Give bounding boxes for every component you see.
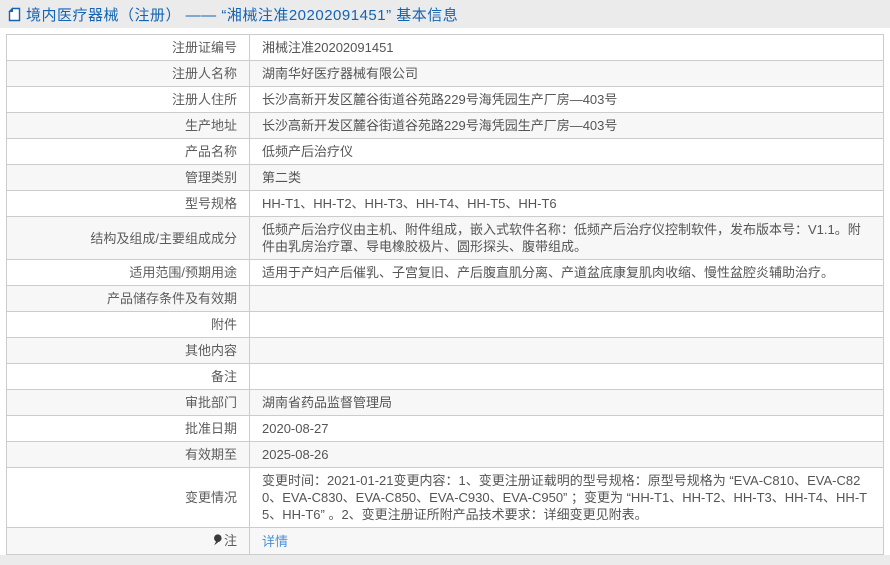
table-row: 其他内容: [6, 337, 884, 364]
table-row: 结构及组成/主要组成成分 低频产后治疗仪由主机、附件组成，嵌入式软件名称：低频产后…: [6, 216, 884, 260]
row-label-text: 有效期至: [184, 447, 237, 462]
row-label-text: 生产地址: [184, 118, 237, 133]
row-value: 湖南华好医疗器械有限公司: [249, 60, 884, 87]
row-value: 湘械注准20202091451: [249, 34, 884, 61]
row-label-text: 型号规格: [184, 196, 237, 211]
document-icon: [8, 6, 21, 22]
row-value: 2020-08-27: [249, 415, 884, 442]
table-row: 备注: [6, 363, 884, 390]
table-row: 审批部门 湖南省药品监督管理局: [6, 389, 884, 416]
row-label: 管理类别: [6, 164, 250, 191]
row-label-text: 注册证编号: [171, 40, 237, 55]
table-row: 注 详情: [6, 527, 884, 555]
table-row: 型号规格 HH-T1、HH-T2、HH-T3、HH-T4、HH-T5、HH-T6: [6, 190, 884, 217]
row-label: 适用范围/预期用途: [6, 259, 250, 286]
table-row: 生产地址 长沙高新开发区麓谷街道谷苑路229号海凭园生产厂房—403号: [6, 112, 884, 139]
table-row: 有效期至 2025-08-26: [6, 441, 884, 468]
table-row: 产品储存条件及有效期: [6, 285, 884, 312]
row-label: 附件: [6, 311, 250, 338]
row-label-text: 附件: [210, 317, 237, 332]
row-label: 变更情况: [6, 467, 250, 528]
table-row: 注册人住所 长沙高新开发区麓谷街道谷苑路229号海凭园生产厂房—403号: [6, 86, 884, 113]
row-label: 批准日期: [6, 415, 250, 442]
row-label-text: 结构及组成/主要组成成分: [90, 230, 237, 246]
table-row: 产品名称 低频产后治疗仪: [6, 138, 884, 165]
registration-info-table: 注册证编号 湘械注准20202091451 注册人名称 湖南华好医疗器械有限公司 注册人…: [6, 34, 884, 555]
row-label: 注册人名称: [6, 60, 250, 87]
table-row: 附件: [6, 311, 884, 338]
row-label-text: 注册人住所: [171, 92, 237, 107]
row-label: 注: [6, 527, 250, 555]
row-value: 低频产后治疗仪由主机、附件组成，嵌入式软件名称：低频产后治疗仪控制软件，发布版本…: [249, 216, 884, 260]
row-label: 结构及组成/主要组成成分: [6, 216, 250, 260]
row-label: 生产地址: [6, 112, 250, 139]
table-row: 注册证编号 湘械注准20202091451: [6, 34, 884, 61]
row-value: [249, 311, 884, 338]
row-value: 低频产后治疗仪: [249, 138, 884, 165]
row-label-text: 管理类别: [184, 170, 237, 185]
row-value: 第二类: [249, 164, 884, 191]
row-value: 长沙高新开发区麓谷街道谷苑路229号海凭园生产厂房—403号: [249, 112, 884, 139]
row-label: 备注: [6, 363, 250, 390]
row-label-text: 批准日期: [184, 421, 237, 436]
row-value: 变更时间：2021-01-21变更内容：1、变更注册证载明的型号规格：原型号规格…: [249, 467, 884, 528]
row-label-text: 适用范围/预期用途: [129, 265, 237, 280]
row-label-text: 备注: [210, 369, 237, 384]
row-label: 注册证编号: [6, 34, 250, 61]
row-label: 产品储存条件及有效期: [6, 285, 250, 312]
row-label-text: 变更情况: [184, 490, 237, 505]
row-label-text: 审批部门: [184, 395, 237, 410]
table-row: 管理类别 第二类: [6, 164, 884, 191]
row-value: 2025-08-26: [249, 441, 884, 468]
row-value: 湖南省药品监督管理局: [249, 389, 884, 416]
row-label-text: 注册人名称: [171, 66, 237, 81]
details-link[interactable]: 详情: [262, 534, 288, 549]
row-label: 审批部门: [6, 389, 250, 416]
row-label: 产品名称: [6, 138, 250, 165]
row-value: 详情: [249, 527, 884, 555]
row-value: HH-T1、HH-T2、HH-T3、HH-T4、HH-T5、HH-T6: [249, 190, 884, 217]
row-label: 其他内容: [6, 337, 250, 364]
row-value: [249, 285, 884, 312]
page-header: 境内医疗器械（注册） —— “湘械注准20202091451” 基本信息: [0, 0, 890, 28]
page-title: 境内医疗器械（注册） —— “湘械注准20202091451” 基本信息: [26, 6, 459, 24]
row-label-text: 产品储存条件及有效期: [106, 291, 237, 306]
row-label: 有效期至: [6, 441, 250, 468]
table-row: 批准日期 2020-08-27: [6, 415, 884, 442]
table-row: 变更情况 变更时间：2021-01-21变更内容：1、变更注册证载明的型号规格：原…: [6, 467, 884, 528]
table-row: 注册人名称 湖南华好医疗器械有限公司: [6, 60, 884, 87]
row-value: 长沙高新开发区麓谷街道谷苑路229号海凭园生产厂房—403号: [249, 86, 884, 113]
row-label-text: 其他内容: [184, 343, 237, 358]
row-label: 型号规格: [6, 190, 250, 217]
row-label: 注册人住所: [6, 86, 250, 113]
row-label-text: 产品名称: [184, 144, 237, 159]
note-pin-icon: [213, 533, 222, 550]
table-row: 适用范围/预期用途 适用于产妇产后催乳、子宫复旧、产后腹直肌分离、产道盆底康复肌肉…: [6, 259, 884, 286]
row-label-text: 注: [223, 533, 237, 548]
row-value: 适用于产妇产后催乳、子宫复旧、产后腹直肌分离、产道盆底康复肌肉收缩、慢性盆腔炎辅…: [249, 259, 884, 286]
row-value: [249, 363, 884, 390]
content-panel: 注册证编号 湘械注准20202091451 注册人名称 湖南华好医疗器械有限公司 注册人…: [0, 28, 890, 555]
row-value: [249, 337, 884, 364]
